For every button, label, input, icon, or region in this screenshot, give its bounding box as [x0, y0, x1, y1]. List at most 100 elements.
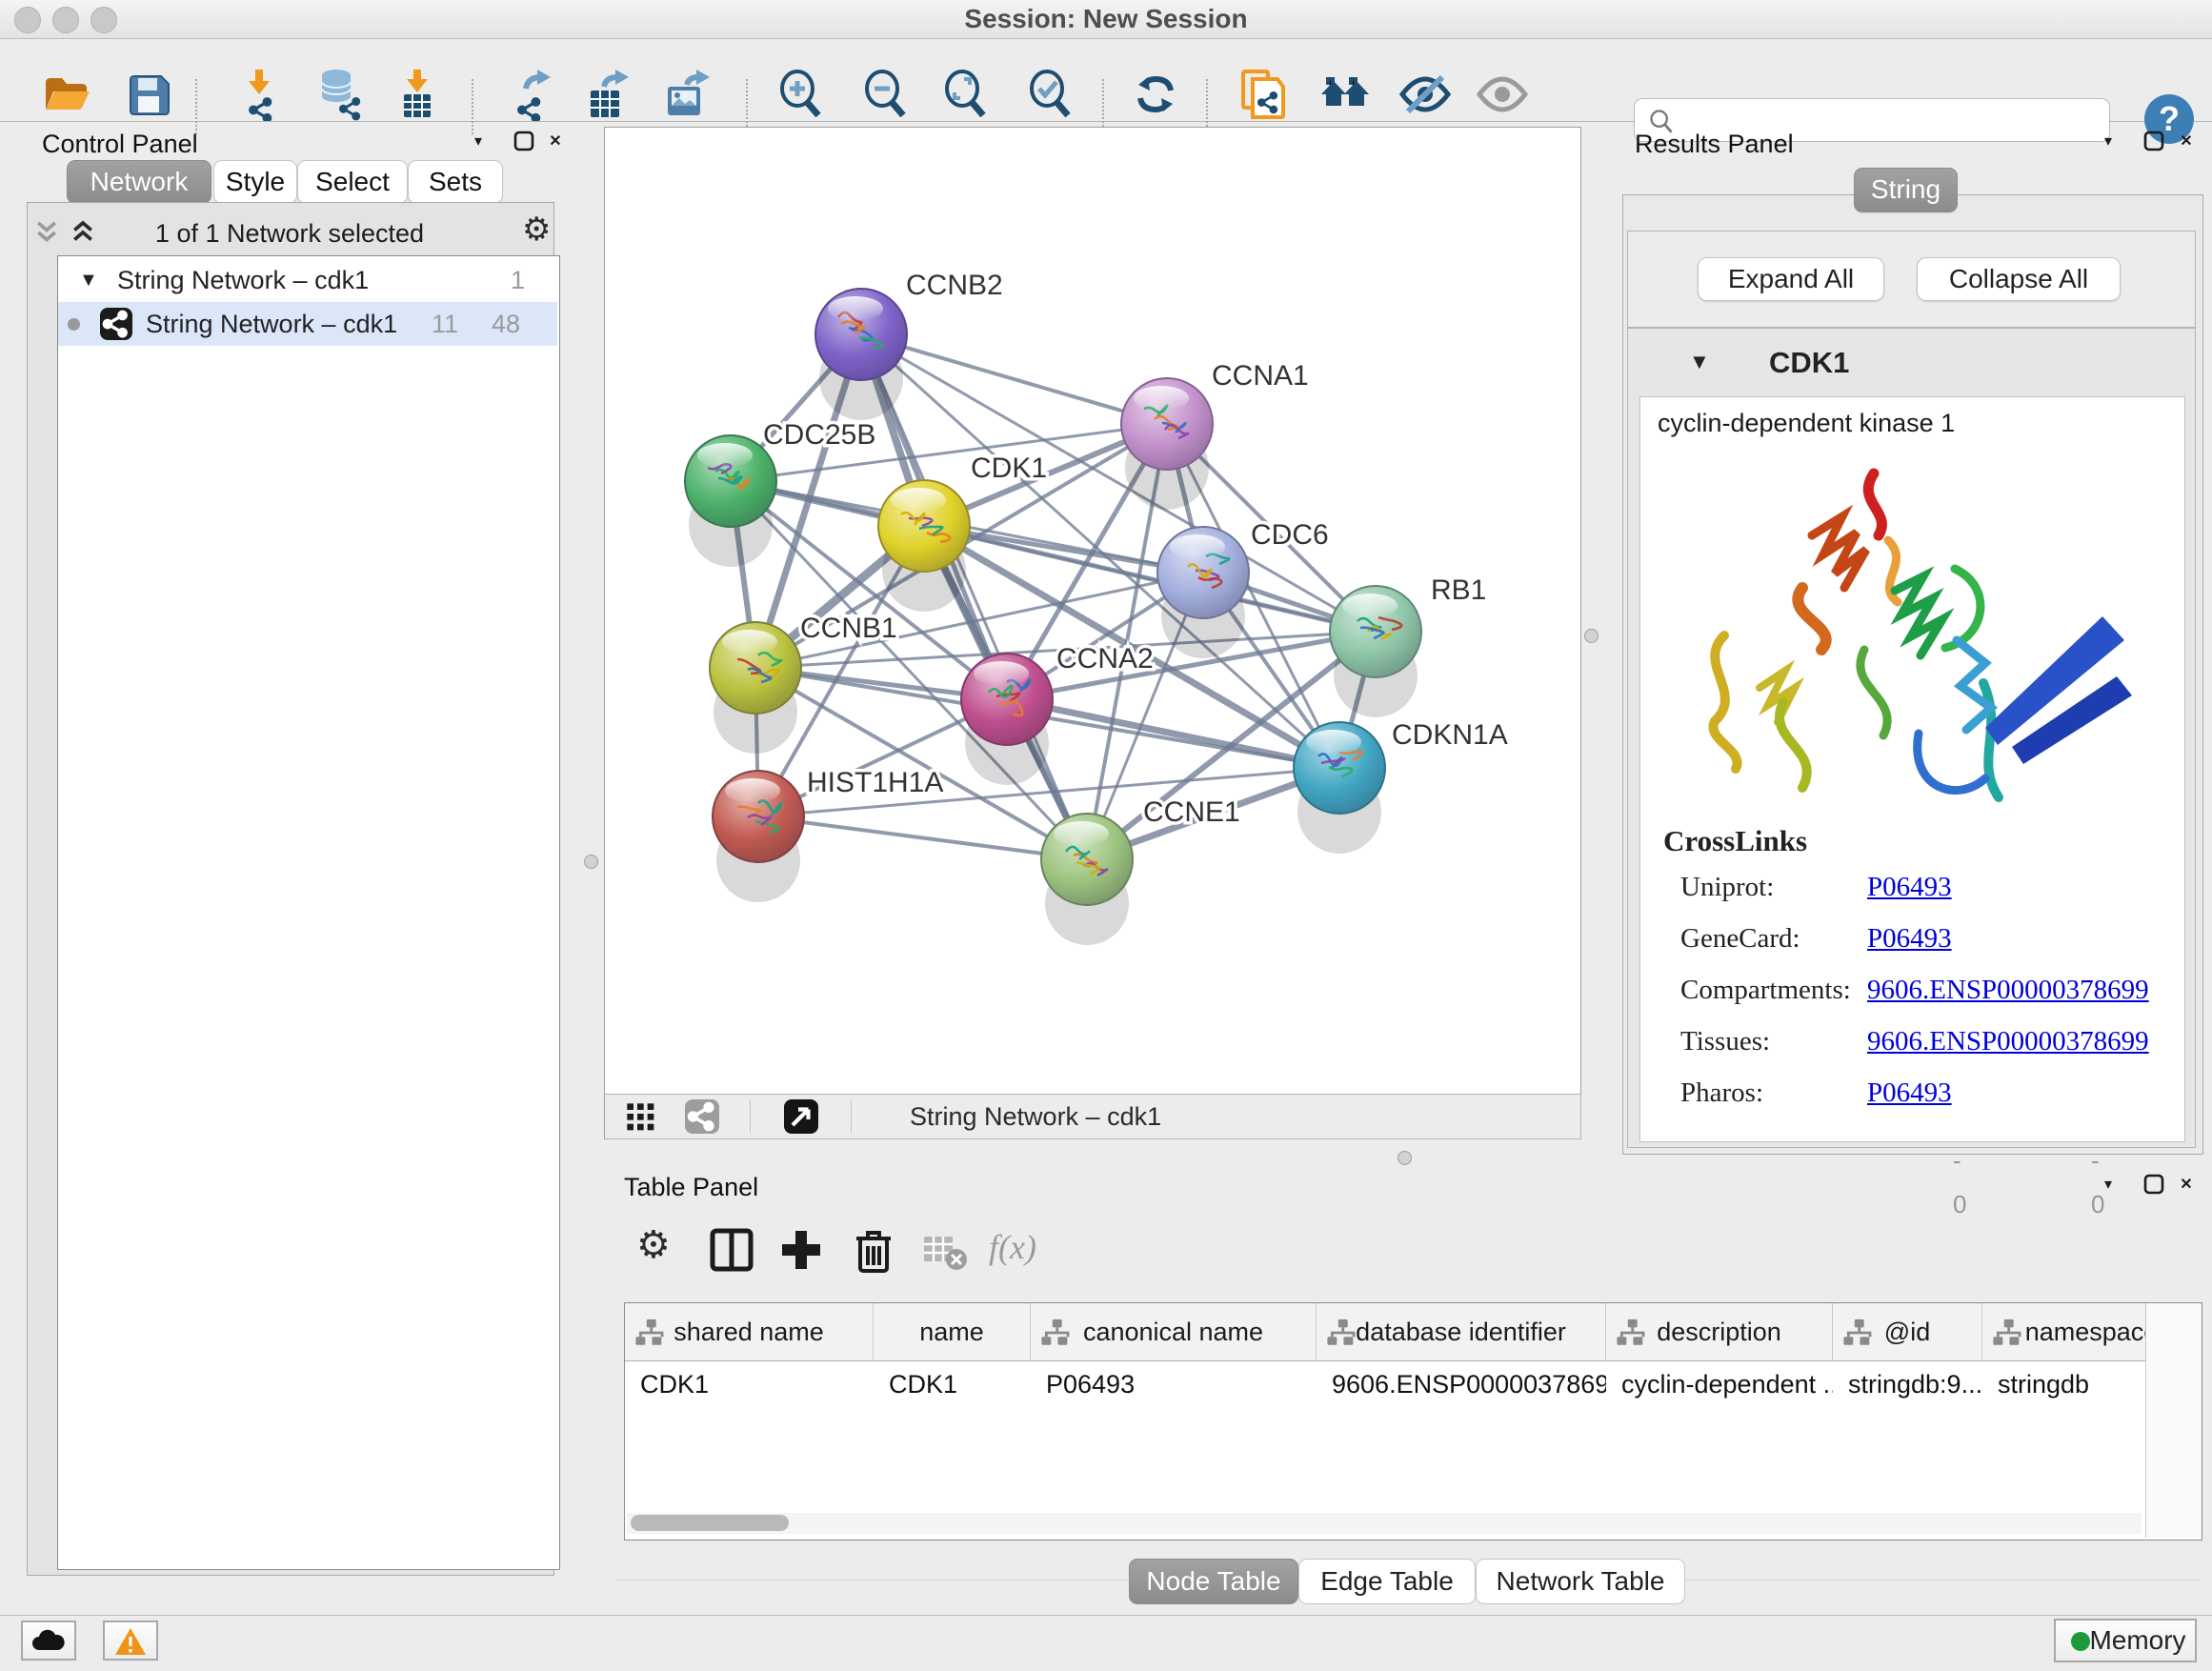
results-panel-close-icon[interactable]: ✕ — [2170, 131, 2202, 160]
table-cell[interactable]: CDK1 — [874, 1360, 1031, 1408]
tab-select[interactable]: Select — [297, 160, 408, 204]
node-label-hist1h1a: HIST1H1A — [807, 767, 943, 798]
network-edge[interactable] — [758, 816, 1087, 859]
column-header-canonical-name[interactable]: canonical name — [1031, 1303, 1317, 1360]
table-vertical-scrollbar[interactable] — [2145, 1303, 2202, 1538]
table-options-gear-icon[interactable]: ⚙ — [636, 1229, 690, 1282]
delete-column-icon[interactable] — [847, 1223, 900, 1277]
network-options-gear-icon[interactable]: ⚙ — [522, 213, 551, 246]
crosslink-link[interactable]: 9606.ENSP00000378699 — [1867, 1026, 2149, 1057]
grid-view-icon[interactable] — [626, 1102, 656, 1133]
node-gloss — [1134, 386, 1189, 411]
current-network-name: String Network – cdk1 — [910, 1095, 1161, 1138]
memory-status-dot — [2071, 1632, 2090, 1651]
zoom-out-icon[interactable] — [859, 68, 913, 121]
column-header-shared-name[interactable]: shared name — [625, 1303, 874, 1360]
table-panel-collapse-icon[interactable]: ▾ — [2092, 1175, 2124, 1203]
tab-style[interactable]: Style — [213, 160, 297, 204]
table-panel-close-icon[interactable]: ✕ — [2170, 1175, 2202, 1203]
network-selection-summary: 1 of 1 Network selected — [29, 219, 551, 249]
memory-button[interactable]: Memory — [2054, 1619, 2197, 1662]
toolbar-separator — [195, 79, 197, 134]
section-expanded-icon[interactable]: ▼ — [1689, 350, 1710, 374]
table-cell[interactable]: P06493 — [1031, 1360, 1317, 1408]
string-home-icon[interactable] — [1318, 68, 1372, 121]
network-edge[interactable] — [861, 334, 1167, 424]
tab-node-table[interactable]: Node Table — [1129, 1559, 1298, 1604]
crosslink-link[interactable]: P06493 — [1867, 923, 1952, 955]
crosslinks-heading: CrossLinks — [1663, 824, 1807, 858]
warnings-button[interactable] — [103, 1621, 158, 1661]
tab-string-results[interactable]: String — [1854, 168, 1958, 212]
export-network-icon[interactable] — [505, 68, 558, 121]
results-buttons-row: Expand All Collapse All — [1627, 231, 2196, 328]
zoom-fit-icon[interactable] — [939, 68, 993, 121]
network-row-selected[interactable]: String Network – cdk1 11 48 — [58, 302, 557, 346]
zoom-in-icon[interactable] — [774, 68, 828, 121]
import-network-icon[interactable] — [232, 68, 286, 121]
copy-network-icon[interactable] — [1236, 68, 1289, 121]
column-header-database-identifier[interactable]: database identifier — [1317, 1303, 1606, 1360]
tree-expanded-icon[interactable]: ▼ — [79, 258, 98, 302]
node-gloss — [725, 778, 780, 803]
crosslink-link[interactable]: P06493 — [1867, 872, 1952, 903]
crosslink-link[interactable]: 9606.ENSP00000378699 — [1867, 975, 2149, 1006]
node-label-cdkn1a: CDKN1A — [1392, 719, 1508, 751]
crosslink-label: Uniprot: — [1680, 872, 1774, 903]
right-splitter-handle[interactable] — [1584, 629, 1599, 643]
node-label-cdc6: CDC6 — [1251, 519, 1329, 551]
scrollbar-thumb[interactable] — [631, 1515, 789, 1531]
tab-sets[interactable]: Sets — [408, 160, 503, 204]
network-collection-row[interactable]: ▼ String Network – cdk1 1 — [58, 258, 557, 302]
cloud-status-button[interactable] — [21, 1621, 76, 1661]
column-header--id[interactable]: @id — [1833, 1303, 1982, 1360]
crosslink-label: Tissues: — [1680, 1026, 1770, 1057]
tab-edge-table[interactable]: Edge Table — [1298, 1559, 1476, 1604]
add-column-icon[interactable] — [774, 1223, 828, 1277]
import-network-database-icon[interactable] — [313, 68, 367, 121]
table-columns-icon[interactable] — [705, 1223, 758, 1277]
control-panel-close-icon[interactable]: ✕ — [539, 131, 572, 160]
tab-network[interactable]: Network — [67, 160, 211, 204]
network-edge[interactable] — [1007, 699, 1339, 768]
crosslink-link[interactable]: P06493 — [1867, 1077, 1952, 1109]
table-cell[interactable]: stringdb:9... — [1833, 1360, 1982, 1408]
table-panel-float-icon[interactable] — [2138, 1173, 2170, 1201]
save-session-icon[interactable] — [122, 68, 175, 121]
crosslink-label: Compartments: — [1680, 975, 1851, 1006]
tab-network-table[interactable]: Network Table — [1476, 1559, 1685, 1604]
node-gloss — [1306, 730, 1361, 755]
show-all-icon[interactable] — [1476, 68, 1529, 121]
export-image-icon[interactable] — [658, 68, 712, 121]
table-cell[interactable]: CDK1 — [625, 1360, 874, 1408]
birds-eye-view-icon[interactable] — [784, 1099, 818, 1134]
export-table-icon[interactable] — [579, 68, 633, 121]
window-title: Session: New Session — [0, 0, 2212, 38]
table-horizontal-scrollbar[interactable] — [627, 1513, 2142, 1534]
results-panel-collapse-icon[interactable]: ▾ — [2092, 131, 2124, 160]
node-table[interactable]: shared namenamecanonical namedatabase id… — [624, 1302, 2202, 1540]
refresh-network-icon[interactable] — [1129, 68, 1182, 121]
control-panel-collapse-icon[interactable]: ▾ — [462, 131, 494, 160]
open-session-icon[interactable] — [38, 68, 91, 121]
network-tree: ▼ String Network – cdk1 1 String Network… — [57, 255, 560, 1570]
hide-selected-icon[interactable] — [1398, 68, 1452, 121]
node-label-cdc25b: CDC25B — [763, 419, 875, 451]
control-panel-float-icon[interactable] — [508, 130, 540, 158]
results-panel-float-icon[interactable] — [2138, 130, 2170, 158]
zoom-selected-icon[interactable] — [1024, 68, 1077, 121]
import-table-icon[interactable] — [391, 68, 444, 121]
expand-all-button[interactable]: Expand All — [1698, 257, 1884, 301]
crosslink-label: GeneCard: — [1680, 923, 1800, 955]
bottom-splitter-handle[interactable] — [1398, 1151, 1412, 1165]
left-splitter-handle[interactable] — [584, 855, 598, 869]
column-header-name[interactable]: name — [874, 1303, 1031, 1360]
column-header-description[interactable]: description — [1606, 1303, 1833, 1360]
table-cell[interactable]: cyclin-dependent ... — [1606, 1360, 1833, 1408]
crosslink-row: Compartments:9606.ENSP00000378699 — [1663, 961, 1807, 1013]
network-share-view-icon[interactable] — [685, 1099, 719, 1134]
table-cell[interactable]: 9606.ENSP00000378699 — [1317, 1360, 1606, 1408]
function-builder-icon: f(x) — [989, 1227, 1036, 1267]
collapse-all-button[interactable]: Collapse All — [1917, 257, 2121, 301]
network-view[interactable]: CCNB2CCNA1CDC25BCDK1CDC6RB1CCNB1CCNA2CDK… — [604, 127, 1581, 1096]
